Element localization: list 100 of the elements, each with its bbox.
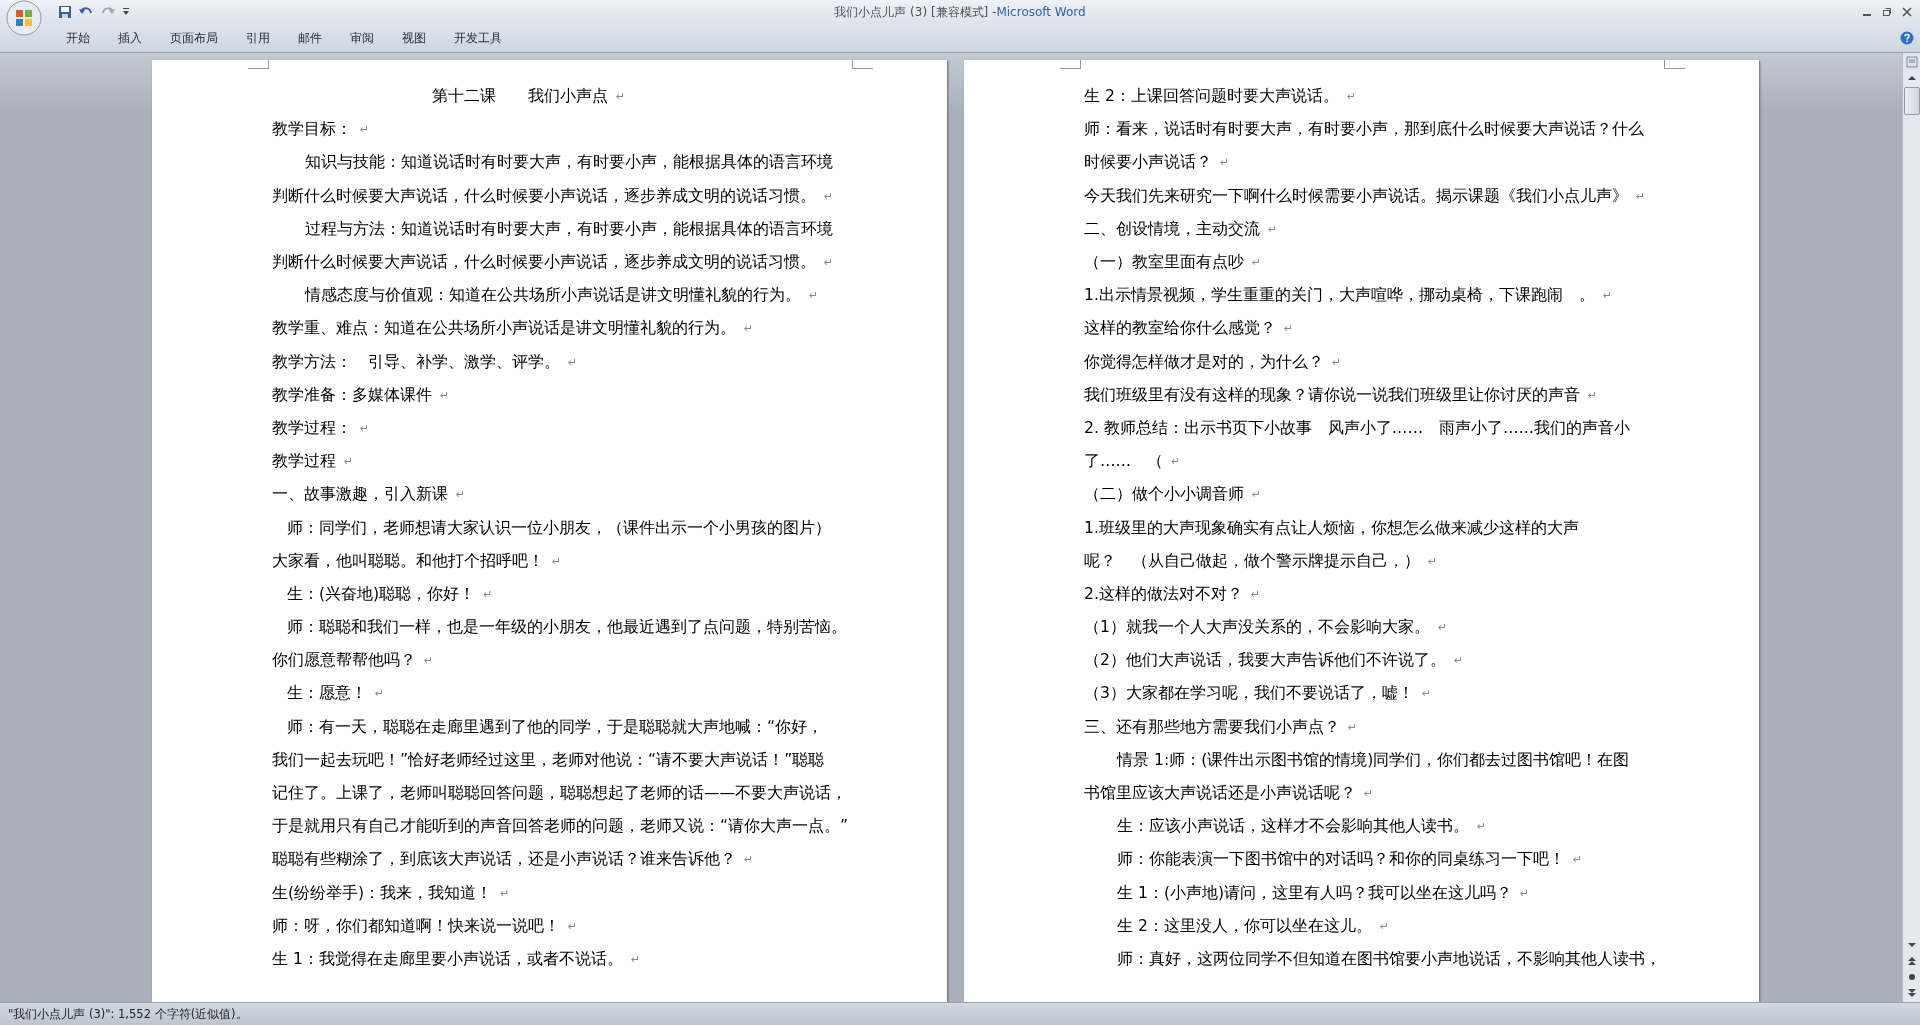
text-line: 1.出示情景视频，学生重重的关门，大声喧哗，挪动桌椅，下课跑闹 。 [1084,285,1595,307]
text-line: （3）大家都在学习呢，我们不要说话了，嘘！ [1084,683,1414,705]
paragraph-mark: ↵ [744,853,754,867]
paragraph-mark: ↵ [1573,853,1583,867]
paragraph-mark: ↵ [483,587,493,601]
paragraph-mark: ↵ [824,189,834,203]
text-line: （2）他们大声说话，我要大声告诉他们不许说了。 [1084,650,1446,672]
text-line: 二、创设情境，主动交流 [1084,218,1260,240]
paragraph-mark: ↵ [824,256,834,270]
text-line: 生：(兴奋地)聪聪，你好！ [287,583,476,605]
text-line: 师：你能表演一下图书馆中的对话吗？和你的同桌练习一下吧！ [1117,849,1565,871]
paragraph-mark: ↵ [1477,820,1487,834]
text-line: 这样的教室给你什么感觉？ [1084,318,1276,340]
paragraph-mark: ↵ [375,687,385,701]
ribbon-tab[interactable]: 开始 [52,27,104,49]
text-line: 生：愿意！ [287,683,367,705]
paragraph-mark: ↵ [1453,654,1464,668]
paragraph-mark: ↵ [809,289,819,303]
restore-icon[interactable] [1882,7,1892,17]
text-line: 今天我们先来研究一下啊什么时候需要小声说话。揭示课题《我们小点儿声》 [1084,185,1628,207]
paragraph-mark: ↵ [456,488,466,502]
paragraph-mark: ↵ [1437,621,1448,635]
text-line: 于是就用只有自己才能听到的声音回答老师的问题，老师又说：“请你大声一点。” [272,816,849,838]
text-line: 三、还有那些地方需要我们小声点？ [1084,716,1340,738]
paragraph-mark: ↵ [344,455,354,469]
paragraph-mark: ↵ [568,919,578,933]
help-icon[interactable] [1900,31,1914,45]
crop-mark [852,60,873,69]
text-line: 师：看来，说话时有时要大声，有时要小声，那到底什么时候要大声说话？什么 [1084,119,1644,141]
paragraph-mark: ↵ [424,654,434,668]
text-line: 生 2：上课回答问题时要大声说话。 [1084,86,1339,108]
text-line: 情感态度与价值观：知道在公共场所小声说话是讲文明懂礼貌的行为。 [305,285,801,307]
crop-mark [1060,60,1081,69]
text-line: 1.班级里的大声现象确实有点让人烦恼，你想怎么做来减少这样的大声 [1084,517,1579,539]
text-line: 教学过程： [272,417,352,439]
ribbon-tab[interactable]: 插入 [104,27,156,49]
text-line: 知识与技能：知道说话时有时要大声，有时要小声，能根据具体的语言环境 [305,152,833,174]
text-line: 教学重、难点：知道在公共场所小声说话是讲文明懂礼貌的行为。 [272,318,736,340]
text-line: 你觉得怎样做才是对的，为什么？ [1084,351,1324,373]
paragraph-mark: ↵ [360,421,370,435]
paragraph-mark: ↵ [440,388,450,402]
text-line: 师：有一天，聪聪在走廊里遇到了他的同学，于是聪聪就大声地喊：“你好， [287,716,824,738]
paragraph-mark: ↵ [1252,488,1262,502]
paragraph-mark: ↵ [1252,256,1262,270]
paragraph-mark: ↵ [616,90,626,104]
paragraph-mark: ↵ [1421,687,1432,701]
text-line: 教学过程 [272,451,336,473]
paragraph-mark: ↵ [1602,289,1613,303]
paragraph-mark: ↵ [1636,189,1646,203]
ribbon-tab[interactable]: 引用 [232,27,284,49]
text-line: 情景 1:师：(课件出示图书馆的情境)同学们，你们都去过图书馆吧！在图 [1117,749,1630,771]
ribbon-tab[interactable]: 页面布局 [156,27,232,49]
text-line: 生(纷纷举手)：我来，我知道！ [272,882,493,904]
paragraph-mark: ↵ [1220,156,1230,170]
paragraph-mark: ↵ [1250,587,1261,601]
text-line: 生 2：这里没人，你可以坐在这儿。 [1117,915,1372,937]
vertical-scrollbar[interactable] [1902,53,1920,1002]
text-line: 聪聪有些糊涂了，到底该大声说话，还是小声说话？谁来告诉他？ [272,849,736,871]
text-line: 我们班级里有没有这样的现象？请你说一说我们班级里让你讨厌的声音 [1084,384,1580,406]
paragraph-mark: ↵ [1284,322,1294,336]
paragraph-mark: ↵ [1332,355,1342,369]
paragraph-mark: ↵ [500,886,510,900]
text-line: 大家看，他叫聪聪。和他打个招呼吧！ [272,550,544,572]
paragraph-mark: ↵ [1346,90,1357,104]
text-line: 师：真好，这两位同学不但知道在图书馆要小声地说话，不影响其他人读书， [1117,948,1661,970]
text-line: 生：应该小声说话，这样才不会影响其他人读书。 [1117,816,1469,838]
text-line: （一）教室里面有点吵 [1084,252,1244,274]
text-line: 教学方法： 引导、补学、激学、评学。 [272,351,560,373]
scroll-thumb[interactable] [1903,87,1920,115]
text-line: 你们愿意帮帮他吗？ [272,650,416,672]
text-line: 记住了。上课了，老师叫聪聪回答问题，聪聪想起了老师的话——不要大声说话， [272,783,848,805]
paragraph-mark: ↵ [1520,886,1530,900]
text-line: 我们一起去玩吧！”恰好老师经过这里，老师对他说：“请不要大声说话！”聪聪 [272,749,825,771]
paragraph-mark: ↵ [568,355,578,369]
ribbon-tab[interactable]: 视图 [388,27,440,49]
ribbon-tab[interactable]: 开发工具 [440,27,516,49]
ruler-toggle-icon[interactable] [1904,55,1919,69]
text-line: 教学准备：多媒体课件 [272,384,432,406]
paragraph-mark: ↵ [1379,919,1390,933]
save-icon[interactable] [58,5,72,19]
window-title: 我们小点儿声 (3) [兼容模式] -Microsoft Word [834,3,1086,21]
paragraph-mark: ↵ [630,952,641,966]
text-line: 第十二课 我们小声点 [432,86,608,108]
paragraph-mark: ↵ [360,123,370,137]
close-icon[interactable] [1902,7,1912,17]
ribbon-tab[interactable]: 审阅 [336,27,388,49]
paragraph-mark: ↵ [1364,787,1374,801]
text-line: （二）做个小小调音师 [1084,484,1244,506]
paragraph-mark: ↵ [552,554,562,568]
paragraph-mark: ↵ [1348,720,1358,734]
text-line: 时候要小声说话？ [1084,152,1212,174]
text-line: 书馆里应该大声说话还是小声说话呢？ [1084,783,1356,805]
text-line: 过程与方法：知道说话时有时要大声，有时要小声，能根据具体的语言环境 [305,218,833,240]
ribbon-tab[interactable]: 邮件 [284,27,336,49]
text-line: 一、故事激趣，引入新课 [272,484,448,506]
dropdown-icon[interactable] [122,8,130,16]
status-text: "我们小点儿声 (3)": 1,552 个字符(近似值)。 [8,1006,248,1022]
crop-mark [1664,60,1685,69]
text-line: （1）就我一个人大声没关系的，不会影响大家。 [1084,617,1430,639]
text-line: 2. 教师总结：出示书页下小故事 风声小了…… 雨声小了……我们的声音小 [1084,417,1631,439]
